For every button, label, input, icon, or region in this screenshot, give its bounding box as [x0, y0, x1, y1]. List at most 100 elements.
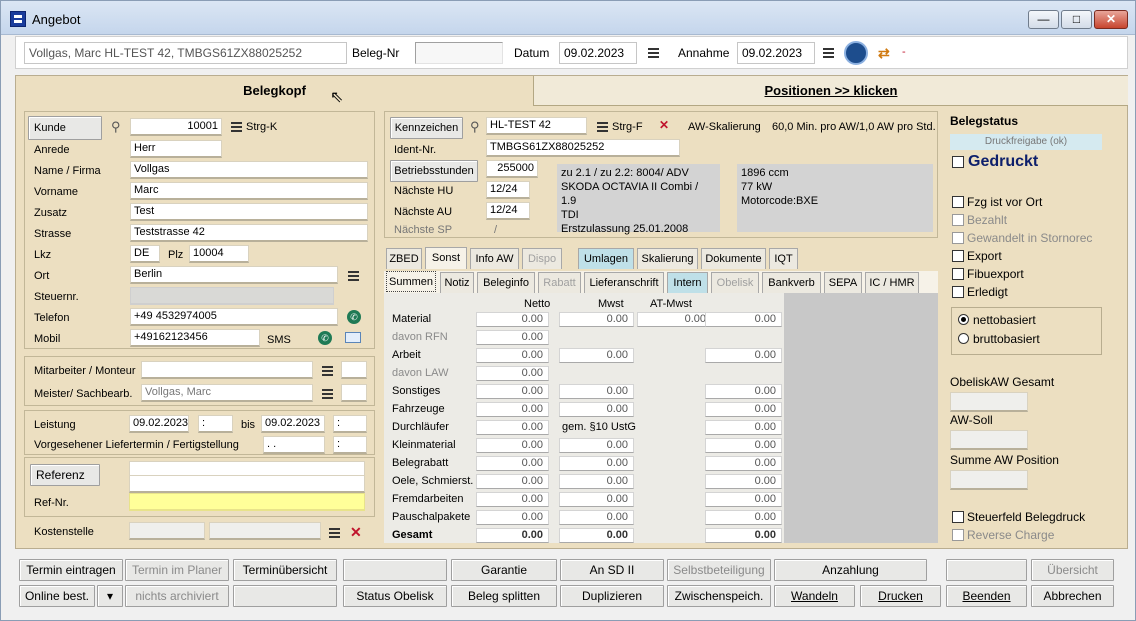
tab-zbed[interactable]: ZBED — [386, 248, 422, 269]
abbrechen-button[interactable]: Abbrechen — [1031, 585, 1114, 607]
tab-notiz[interactable]: Notiz — [440, 272, 474, 293]
online-bestellen-button[interactable]: Online best. — [19, 585, 95, 607]
bruttobasiert-radio[interactable] — [958, 333, 969, 344]
hu-field[interactable]: 12/24 — [486, 181, 530, 199]
status-checkbox[interactable] — [952, 196, 964, 208]
tab-rabatt[interactable]: Rabatt — [538, 272, 581, 293]
liefertermin-date[interactable]: . . — [263, 436, 325, 454]
kennzeichen-field[interactable]: HL-TEST 42 — [486, 117, 587, 135]
phone-icon[interactable]: ✆ — [318, 331, 332, 345]
duplizieren-button[interactable]: Duplizieren — [560, 585, 664, 607]
tab-bankverb[interactable]: Bankverb — [762, 272, 821, 293]
refresh-icon[interactable]: ⇄ — [878, 45, 890, 62]
leistung-to-field[interactable]: 09.02.2023 — [261, 415, 325, 433]
close-button[interactable]: ✕ — [1094, 10, 1128, 29]
list-icon[interactable] — [348, 271, 359, 281]
kostenstelle-field-1[interactable] — [129, 522, 205, 540]
leistung-from-time[interactable]: : — [198, 415, 233, 433]
zwischenspeichern-button[interactable]: Zwischenspeich. — [667, 585, 771, 607]
gedruckt-checkbox[interactable] — [952, 156, 964, 168]
tab-dokumente[interactable]: Dokumente — [701, 248, 766, 269]
status-checkbox[interactable] — [952, 268, 964, 280]
tab-dispo[interactable]: Dispo — [522, 248, 562, 269]
strasse-field[interactable]: Teststrasse 42 — [130, 224, 368, 242]
tab-beleginfo[interactable]: Beleginfo — [477, 272, 535, 293]
mail-icon[interactable] — [345, 332, 361, 343]
tab-sepa[interactable]: SEPA — [824, 272, 862, 293]
kunde-button[interactable]: Kunde — [28, 116, 102, 140]
betriebsstunden-button[interactable]: Betriebsstunden — [390, 160, 478, 182]
online-dropdown-button[interactable]: ▾ — [97, 585, 123, 607]
vorname-field[interactable]: Marc — [130, 182, 368, 200]
betriebsstunden-field[interactable]: 255000 — [486, 160, 538, 178]
selbstbeteiligung-button[interactable]: Selbstbeteiligung — [667, 559, 771, 581]
maximize-button[interactable]: □ — [1061, 10, 1092, 29]
status-obelisk-button[interactable]: Status Obelisk — [343, 585, 447, 607]
ort-field[interactable]: Berlin — [130, 266, 338, 284]
tab-skalierung[interactable]: Skalierung — [637, 248, 698, 269]
anzahlung-button[interactable]: Anzahlung — [774, 559, 927, 581]
tab-summen[interactable]: Summen — [386, 271, 436, 292]
status-checkbox[interactable] — [952, 214, 964, 226]
tab-info-aw[interactable]: Info AW — [470, 248, 519, 269]
wandeln-button[interactable]: Wandeln — [774, 585, 855, 607]
name-field[interactable]: Vollgas — [130, 161, 368, 179]
lkz-field[interactable]: DE — [130, 245, 160, 263]
mitarbeiter-extra-field[interactable] — [341, 361, 367, 379]
belegnr-input[interactable] — [415, 42, 503, 64]
delete-icon[interactable]: ✕ — [659, 118, 669, 132]
blank-button[interactable] — [343, 559, 447, 581]
blank-button[interactable] — [946, 559, 1027, 581]
termin-eintragen-button[interactable]: Termin eintragen — [19, 559, 123, 581]
tab-belegkopf[interactable]: Belegkopf — [16, 76, 533, 106]
tab-intern[interactable]: Intern — [667, 272, 708, 293]
zusatz-field[interactable]: Test — [130, 203, 368, 221]
list-icon[interactable] — [597, 122, 608, 132]
kostenstelle-field-2[interactable] — [209, 522, 321, 540]
annahme-input[interactable]: 09.02.2023 — [737, 42, 815, 64]
status-checkbox[interactable] — [952, 250, 964, 262]
uebersicht-button[interactable]: Übersicht — [1031, 559, 1114, 581]
datum-input[interactable]: 09.02.2023 — [559, 42, 637, 64]
nettobasiert-radio[interactable] — [958, 314, 969, 325]
garantie-button[interactable]: Garantie — [451, 559, 557, 581]
tab-lieferanschrift[interactable]: Lieferanschrift — [584, 272, 664, 293]
delete-icon[interactable]: ✕ — [350, 524, 362, 541]
steuerfeld-checkbox[interactable] — [952, 511, 964, 523]
status-checkbox[interactable] — [952, 232, 964, 244]
mitarbeiter-field[interactable] — [141, 361, 313, 379]
ident-field[interactable]: TMBGS61ZX88025252 — [486, 139, 680, 157]
beenden-button[interactable]: Beenden — [946, 585, 1027, 607]
referenz-button[interactable]: Referenz — [30, 464, 100, 486]
terminuebersicht-button[interactable]: Terminübersicht — [233, 559, 337, 581]
leistung-from-field[interactable]: 09.02.2023 — [129, 415, 189, 433]
referenz-field-2[interactable] — [129, 475, 365, 493]
tab-iqt[interactable]: IQT — [769, 248, 798, 269]
kennzeichen-button[interactable]: Kennzeichen — [390, 117, 463, 139]
list-icon[interactable] — [231, 122, 242, 132]
reverse-charge-checkbox[interactable] — [952, 529, 964, 541]
minimize-button[interactable]: — — [1028, 10, 1059, 29]
tab-sonst[interactable]: Sonst — [425, 247, 467, 269]
tab-positionen[interactable]: Positionen >> klicken — [533, 76, 1128, 106]
leistung-to-time[interactable]: : — [333, 415, 367, 433]
phone-icon[interactable]: ✆ — [347, 310, 361, 324]
tab-ic-hmr[interactable]: IC / HMR — [865, 272, 919, 293]
tab-umlagen[interactable]: Umlagen — [578, 248, 634, 269]
attachment-icon[interactable]: ⚲ — [111, 119, 121, 135]
an-sd-ii-button[interactable]: An SD II — [560, 559, 664, 581]
liefertermin-time[interactable]: : — [333, 436, 367, 454]
blank-button[interactable] — [233, 585, 337, 607]
plz-field[interactable]: 10004 — [189, 245, 249, 263]
status-checkbox[interactable] — [952, 286, 964, 298]
list-icon[interactable] — [823, 48, 834, 58]
list-icon[interactable] — [322, 389, 333, 399]
meister-field[interactable]: Vollgas, Marc — [141, 384, 313, 402]
meister-extra-field[interactable] — [341, 384, 367, 402]
attachment-icon[interactable]: ⚲ — [470, 119, 480, 135]
telefon-field[interactable]: +49 4532974005 — [130, 308, 338, 326]
list-icon[interactable] — [322, 366, 333, 376]
list-icon[interactable] — [648, 48, 659, 58]
car-info-icon[interactable] — [844, 41, 868, 65]
au-field[interactable]: 12/24 — [486, 202, 530, 220]
